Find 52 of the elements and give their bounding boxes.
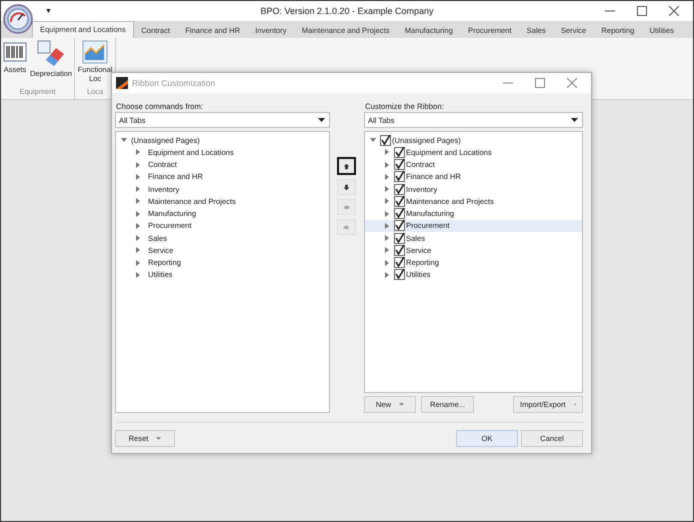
close-icon[interactable] — [567, 78, 577, 88]
expander-icon[interactable] — [370, 137, 376, 144]
close-icon[interactable] — [669, 6, 679, 16]
expander-icon[interactable] — [135, 162, 141, 168]
expander-icon[interactable] — [135, 149, 141, 156]
caret-icon — [571, 118, 578, 122]
arrow-left-icon — [343, 204, 350, 210]
expander-icon[interactable] — [135, 174, 141, 180]
expander-icon[interactable] — [121, 137, 127, 144]
move-button[interactable] — [337, 157, 356, 175]
expander-icon[interactable] — [135, 260, 141, 266]
checkbox[interactable] — [394, 257, 405, 268]
expander-icon[interactable] — [384, 235, 390, 242]
expander-icon[interactable] — [135, 222, 141, 229]
expander-icon[interactable] — [384, 162, 390, 168]
checkbox[interactable] — [394, 220, 405, 232]
checkbox[interactable] — [394, 232, 405, 244]
expander-icon[interactable] — [384, 260, 390, 266]
expander-icon[interactable] — [384, 186, 390, 192]
expander-icon[interactable] — [384, 222, 390, 229]
eraser-icon — [36, 40, 66, 68]
checkbox[interactable] — [394, 269, 405, 280]
expander-icon[interactable] — [135, 235, 141, 242]
expander-icon[interactable] — [135, 247, 141, 254]
checkbox[interactable] — [394, 171, 405, 182]
window-title: BPO: Version 2.1.0.20 - Example Company — [260, 6, 434, 16]
expander-icon[interactable] — [384, 247, 390, 254]
expander-icon[interactable] — [384, 198, 390, 204]
arrow-up-icon — [343, 162, 350, 170]
checkbox[interactable] — [394, 208, 405, 220]
checkbox[interactable] — [394, 184, 405, 195]
dialog-title: Ribbon Customization — [132, 78, 216, 88]
checkbox[interactable] — [380, 134, 391, 146]
maximize-icon[interactable] — [637, 6, 647, 16]
checkbox[interactable] — [394, 244, 405, 256]
app-logo-icon — [116, 77, 128, 89]
maximize-icon[interactable] — [535, 78, 545, 88]
expander-icon[interactable] — [384, 272, 390, 278]
expander-icon[interactable] — [135, 186, 141, 192]
expander-icon[interactable] — [384, 149, 390, 156]
expander-icon[interactable] — [384, 210, 390, 217]
expander-icon[interactable] — [384, 174, 390, 180]
checkbox[interactable] — [394, 196, 405, 207]
caret-icon — [318, 118, 325, 122]
expander-icon[interactable] — [135, 210, 141, 217]
expander-icon[interactable] — [135, 272, 141, 278]
checkbox[interactable] — [394, 146, 405, 158]
area-chart-icon — [82, 40, 108, 64]
arrow-down-icon — [343, 184, 350, 190]
expander-icon[interactable] — [135, 198, 141, 204]
checkbox[interactable] — [394, 159, 405, 170]
arrow-right-icon — [343, 224, 350, 230]
